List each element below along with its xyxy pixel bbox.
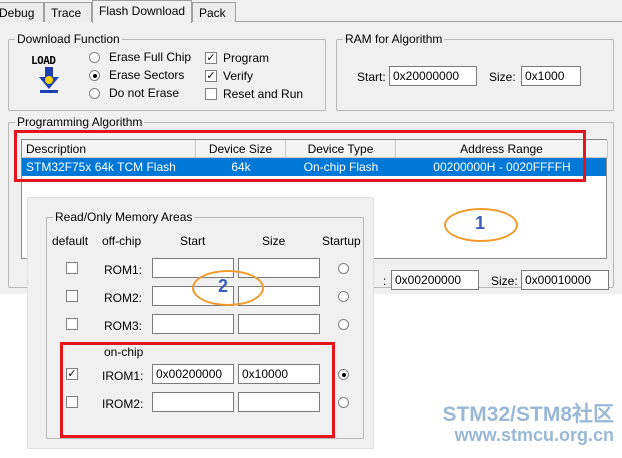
tab-trace[interactable]: Trace (44, 2, 92, 22)
algorithm-size-label: Size: (491, 274, 518, 288)
column-start: Start (180, 234, 206, 248)
algorithm-start-input[interactable]: 0x00200000 (391, 270, 479, 290)
tab-flash-download[interactable]: Flash Download (92, 0, 192, 23)
ram-for-algorithm-title: RAM for Algorithm (343, 32, 445, 46)
watermark-line-1: STM32/STM8社区 (442, 403, 614, 426)
ram-for-algorithm-group: RAM for Algorithm Start: 0x20000000 Size… (336, 32, 614, 111)
programming-algorithm-title: Programming Algorithm (15, 115, 145, 129)
annotation-number-1: 1 (475, 213, 486, 233)
erase-full-chip-label: Erase Full Chip (109, 50, 192, 64)
download-function-group: Download Function LOAD Erase Full Chip E… (8, 32, 326, 111)
algorithm-start-label: : (383, 274, 387, 288)
rom1-default-checkbox[interactable] (66, 262, 78, 274)
verify-label: Verify (223, 69, 254, 83)
tab-pack[interactable]: Pack (192, 2, 236, 22)
irom1-startup-radio[interactable] (338, 369, 349, 380)
column-size: Size (262, 234, 286, 248)
annotation-number-2: 2 (218, 276, 229, 296)
do-not-erase-radio[interactable] (89, 88, 100, 99)
ram-size-label: Size: (489, 70, 516, 84)
column-startup: Startup (322, 234, 361, 248)
ram-start-input[interactable]: 0x20000000 (389, 66, 477, 86)
watermark-line-2: www.stmcu.org.cn (454, 425, 614, 445)
rom2-startup-radio[interactable] (338, 291, 349, 302)
reset-and-run-label: Reset and Run (223, 87, 304, 101)
rom3-startup-radio[interactable] (338, 319, 349, 330)
highlight-box-irom (60, 342, 335, 438)
rom3-default-checkbox[interactable] (66, 318, 78, 330)
algorithm-size-input[interactable]: 0x00010000 (521, 270, 609, 290)
load-icon: LOAD (31, 54, 67, 94)
program-label: Program (223, 51, 270, 65)
rom3-label: ROM3: (104, 319, 143, 333)
column-off-chip: off-chip (102, 234, 142, 248)
ram-size-input[interactable]: 0x1000 (521, 66, 581, 86)
tab-debug[interactable]: Debug (0, 2, 44, 22)
erase-sectors-radio[interactable] (89, 70, 100, 81)
program-checkbox[interactable]: ✓ (205, 52, 217, 64)
erase-sectors-label: Erase Sectors (109, 68, 185, 82)
do-not-erase-label: Do not Erase (109, 86, 180, 100)
reset-and-run-checkbox[interactable] (205, 88, 217, 100)
irom2-startup-radio[interactable] (338, 397, 349, 408)
ram-start-label: Start: (357, 70, 386, 84)
rom1-label: ROM1: (104, 263, 143, 277)
tab-bar: Debug Trace Flash Download Pack (0, 0, 622, 23)
memory-areas-title: Read/Only Memory Areas (53, 210, 195, 224)
rom1-startup-radio[interactable] (338, 263, 349, 274)
rom2-default-checkbox[interactable] (66, 290, 78, 302)
download-function-title: Download Function (15, 32, 122, 46)
rom2-label: ROM2: (104, 291, 143, 305)
column-default: default (52, 234, 89, 248)
rom3-size-input[interactable] (238, 314, 320, 334)
erase-full-chip-radio[interactable] (89, 52, 100, 63)
rom3-start-input[interactable] (152, 314, 234, 334)
verify-checkbox[interactable]: ✓ (205, 70, 217, 82)
highlight-box-algorithm (14, 130, 586, 182)
